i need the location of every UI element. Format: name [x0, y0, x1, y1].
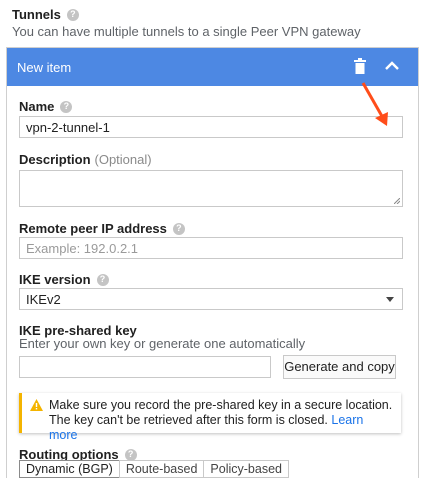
ike-version-label-text: IKE version [19, 272, 91, 287]
trash-icon[interactable] [353, 58, 367, 74]
psk-input[interactable] [19, 356, 271, 378]
help-icon[interactable]: ? [96, 273, 109, 286]
peer-ip-label-text: Remote peer IP address [19, 221, 167, 236]
warning-text: Make sure you record the pre-shared key … [49, 398, 394, 443]
description-label-text: Description [19, 152, 91, 167]
help-icon[interactable]: ? [60, 100, 73, 113]
description-label: Description (Optional) [19, 152, 152, 167]
ike-version-value: IKEv2 [26, 292, 61, 307]
name-input[interactable]: vpn-2-tunnel-1 [19, 116, 403, 138]
section-title-text: Tunnels [12, 7, 61, 22]
tab-policy-based[interactable]: Policy-based [203, 460, 289, 478]
arrow-icon [361, 82, 388, 126]
psk-hint: Enter your own key or generate one autom… [19, 336, 306, 351]
help-icon[interactable]: ? [172, 222, 185, 235]
warning-line-1: Make sure you record the pre-shared key … [49, 398, 393, 412]
help-icon[interactable]: ? [124, 448, 137, 461]
resize-handle-icon[interactable] [394, 198, 400, 204]
dropdown-caret-icon [386, 297, 394, 302]
peer-ip-label: Remote peer IP address ? [19, 221, 185, 236]
section-subtitle: You can have multiple tunnels to a singl… [12, 24, 361, 39]
ike-version-select[interactable]: IKEv2 [19, 288, 403, 310]
warning-banner: Make sure you record the pre-shared key … [19, 393, 401, 442]
help-icon[interactable]: ? [66, 8, 79, 21]
generate-copy-button[interactable]: Generate and copy [283, 355, 396, 379]
ike-version-label: IKE version ? [19, 272, 109, 287]
chevron-up-icon[interactable] [384, 59, 400, 73]
warning-icon [30, 399, 43, 411]
card-title: New item [17, 60, 72, 75]
peer-ip-input[interactable]: Example: 192.0.2.1 [19, 237, 403, 259]
warning-line-2-wrap: The key can't be retrieved after this fo… [49, 413, 394, 443]
tab-route-based[interactable]: Route-based [118, 460, 205, 478]
section-title: Tunnels ? [12, 7, 79, 22]
tab-dynamic-bgp[interactable]: Dynamic (BGP) [19, 460, 120, 478]
warning-line-2: The key can't be retrieved after this fo… [49, 413, 328, 427]
description-textarea[interactable] [19, 170, 403, 207]
name-label: Name ? [19, 99, 73, 114]
name-label-text: Name [19, 99, 55, 114]
optional-text: (Optional) [94, 152, 152, 167]
routing-tabs: Dynamic (BGP) Route-based Policy-based [19, 460, 289, 478]
